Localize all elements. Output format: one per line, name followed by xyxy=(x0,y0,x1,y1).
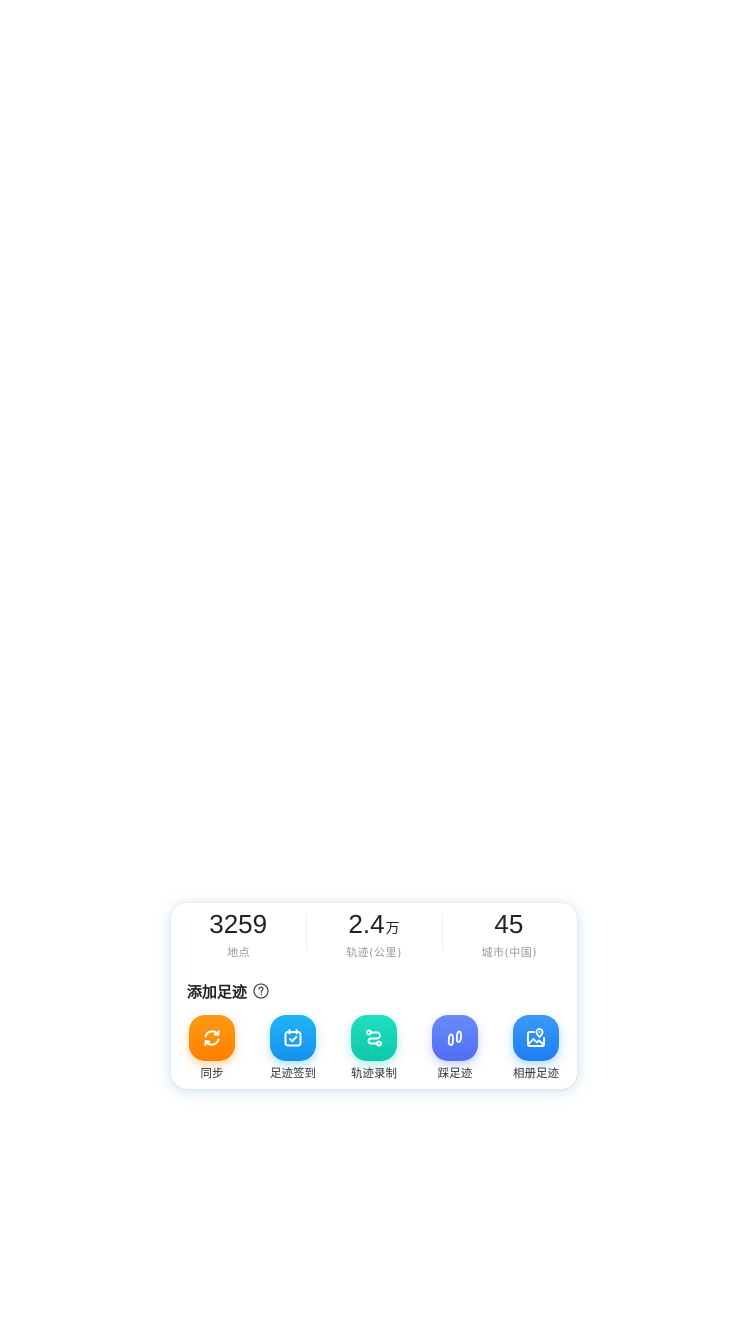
stat-cities[interactable]: 45 城市(中国) xyxy=(441,903,577,969)
stat-places-value: 3259 xyxy=(209,909,268,939)
album-footprint-label: 相册足迹 xyxy=(513,1066,559,1080)
footprints-icon[interactable] xyxy=(432,1015,478,1061)
stat-cities-value: 45 xyxy=(494,909,524,939)
stat-places[interactable]: 3259 地点 xyxy=(171,903,306,969)
stat-cities-label: 城市(中国) xyxy=(481,946,538,959)
section-header: 添加足迹 xyxy=(187,980,269,1002)
stat-track-unit: 万 xyxy=(385,920,400,936)
action-row: 同步 足迹签到 轨迹录制 踩足迹 相册足迹 xyxy=(171,1013,577,1083)
checkin-label: 足迹签到 xyxy=(270,1066,316,1080)
track-record-button[interactable]: 轨迹录制 xyxy=(339,1013,409,1081)
stat-track-label: 轨迹(公里) xyxy=(346,946,402,959)
calendar-check-icon[interactable] xyxy=(270,1015,316,1061)
sync-icon[interactable] xyxy=(189,1015,235,1061)
footprint-card: 3259 地点 2.4万 轨迹(公里) 45 城市(中国) 添加足迹 同步 足迹… xyxy=(171,903,577,1089)
stats-row: 3259 地点 2.4万 轨迹(公里) 45 城市(中国) xyxy=(171,903,577,969)
route-icon[interactable] xyxy=(351,1015,397,1061)
sync-label: 同步 xyxy=(200,1066,224,1080)
stat-track-value: 2.4万 xyxy=(348,909,400,939)
checkin-button[interactable]: 足迹签到 xyxy=(258,1013,328,1081)
step-footprint-label: 踩足迹 xyxy=(437,1066,473,1080)
section-title: 添加足迹 xyxy=(187,982,248,1001)
step-footprint-button[interactable]: 踩足迹 xyxy=(420,1013,490,1081)
question-circle-icon[interactable] xyxy=(253,983,269,999)
stat-places-label: 地点 xyxy=(227,946,251,959)
stat-track[interactable]: 2.4万 轨迹(公里) xyxy=(306,903,441,969)
sync-button[interactable]: 同步 xyxy=(177,1013,247,1081)
photo-map-icon[interactable] xyxy=(513,1015,559,1061)
album-footprint-button[interactable]: 相册足迹 xyxy=(501,1013,571,1081)
track-record-label: 轨迹录制 xyxy=(351,1066,397,1080)
